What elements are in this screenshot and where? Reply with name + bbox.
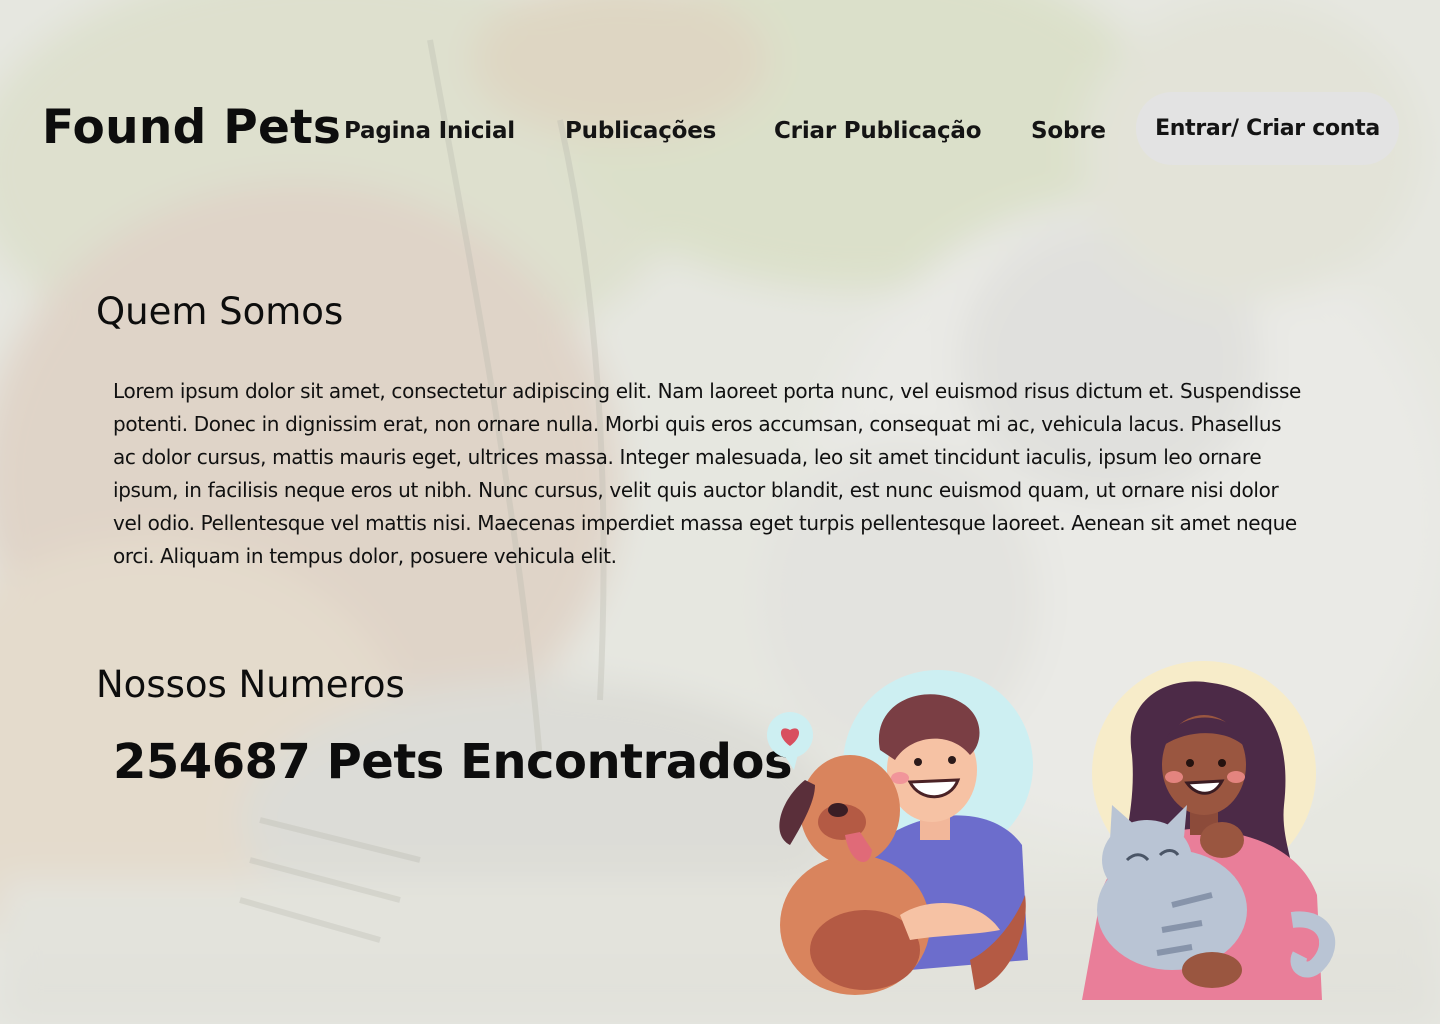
nav-link-about[interactable]: Sobre (1031, 118, 1106, 144)
man-hugging-dog-illustration (760, 660, 1050, 1000)
pets-found-stat: 254687 Pets Encontrados (113, 734, 793, 790)
nav-link-create-post[interactable]: Criar Publicação (774, 118, 982, 144)
site-logo[interactable]: Found Pets (42, 100, 341, 155)
login-signup-button[interactable]: Entrar/ Criar conta (1136, 92, 1399, 165)
numbers-section-title: Nossos Numeros (96, 663, 405, 706)
nav-link-home[interactable]: Pagina Inicial (344, 118, 515, 144)
about-section-title: Quem Somos (96, 290, 344, 333)
about-section-text: Lorem ipsum dolor sit amet, consectetur … (113, 379, 1301, 568)
nav-link-posts[interactable]: Publicações (565, 118, 716, 144)
woman-hugging-cat-illustration (1062, 655, 1352, 1000)
